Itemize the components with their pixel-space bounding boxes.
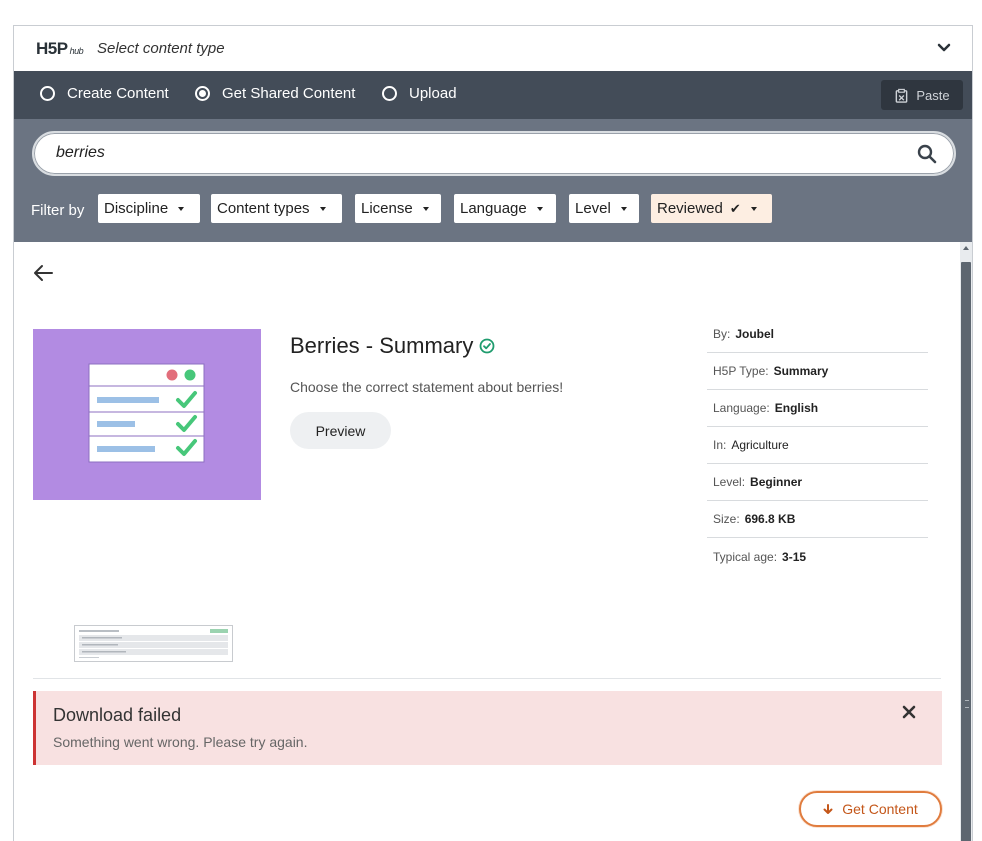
divider [33, 678, 941, 679]
scroll-thumb[interactable] [961, 262, 971, 841]
tab-label: Get Shared Content [222, 85, 356, 102]
summary-illustration [88, 363, 205, 463]
filter-label: Level [575, 200, 611, 217]
meta-size: Size: 696.8 KB [707, 501, 928, 538]
meta-type: H5P Type: Summary [707, 353, 928, 390]
tab-upload[interactable]: Upload [382, 85, 457, 102]
meta-author: By: Joubel [707, 316, 928, 353]
close-icon[interactable] [902, 705, 916, 719]
filter-content-types[interactable]: Content types [211, 194, 342, 223]
content-detail: Berries - Summary Choose the correct sta… [14, 242, 960, 841]
check-icon: ✔ [729, 200, 741, 216]
h5p-logo: H5P hub [36, 39, 84, 58]
back-arrow-icon[interactable] [32, 262, 54, 284]
scroll-grip-icon [965, 700, 969, 708]
tabs-bar: Create Content Get Shared Content Upload… [14, 71, 972, 119]
meta-discipline: In: Agriculture [707, 427, 928, 464]
caret-down-icon [178, 206, 185, 211]
content-title-text: Berries - Summary [290, 333, 474, 358]
filter-label: Reviewed [657, 200, 723, 217]
caret-down-icon [620, 206, 627, 211]
filter-label: Language [460, 200, 527, 217]
filter-license[interactable]: License [355, 194, 441, 223]
content-description: Choose the correct statement about berri… [290, 379, 564, 395]
content-thumbnail [33, 329, 261, 500]
radio-icon [382, 86, 397, 101]
get-content-button[interactable]: Get Content [799, 791, 942, 827]
tab-get-shared-content[interactable]: Get Shared Content [195, 85, 355, 102]
paste-button[interactable]: Paste [881, 80, 963, 110]
error-alert: Download failed Something went wrong. Pl… [33, 691, 942, 765]
tab-label: Create Content [67, 85, 169, 102]
caret-down-icon [319, 206, 326, 211]
caret-down-icon [422, 206, 429, 211]
clipboard-icon [896, 88, 908, 103]
tab-create-content[interactable]: Create Content [40, 85, 169, 102]
hub-title: Select content type [97, 40, 225, 57]
meta-language: Language: English [707, 390, 928, 427]
chevron-down-icon[interactable] [936, 40, 952, 56]
content-title: Berries - Summary [290, 333, 495, 359]
filter-language[interactable]: Language [454, 194, 556, 223]
meta-typical-age: Typical age: 3-15 [713, 549, 807, 564]
filter-label: Discipline [104, 200, 169, 217]
alert-message: Something went wrong. Please try again. [53, 734, 308, 750]
radio-checked-icon [195, 86, 210, 101]
caret-down-icon [750, 206, 757, 211]
radio-icon [40, 86, 55, 101]
content-screenshot-thumbnail[interactable] [74, 625, 233, 662]
filter-label: Content types [217, 200, 310, 217]
filter-by-label: Filter by [31, 202, 85, 219]
search-input[interactable] [56, 144, 876, 162]
filter-reviewed[interactable]: Reviewed ✔ [651, 194, 772, 223]
hub-header[interactable]: H5P hub Select content type [14, 26, 972, 71]
alert-title: Download failed [53, 705, 182, 725]
search-icon[interactable] [917, 144, 937, 164]
filter-label: License [361, 200, 413, 217]
tab-label: Upload [409, 85, 457, 102]
meta-level: Level: Beginner [707, 464, 928, 501]
screenshot-preview [79, 629, 228, 658]
get-content-label: Get Content [842, 801, 918, 817]
verified-check-icon [479, 338, 495, 354]
filter-level[interactable]: Level [569, 194, 639, 223]
hub-panel: H5P hub Select content type Create Conten… [13, 25, 973, 841]
filter-discipline[interactable]: Discipline [98, 194, 200, 223]
search-area: Filter by Discipline Content types Licen… [14, 119, 972, 242]
caret-down-icon [536, 206, 543, 211]
content-meta: By: Joubel H5P Type: Summary Language: Engl… [707, 316, 928, 575]
download-arrow-icon [823, 803, 833, 814]
scrollbar[interactable] [960, 242, 972, 841]
scroll-up-icon[interactable] [962, 244, 970, 252]
preview-button[interactable]: Preview [290, 412, 391, 449]
paste-label: Paste [916, 87, 950, 103]
search-box[interactable] [32, 131, 956, 176]
